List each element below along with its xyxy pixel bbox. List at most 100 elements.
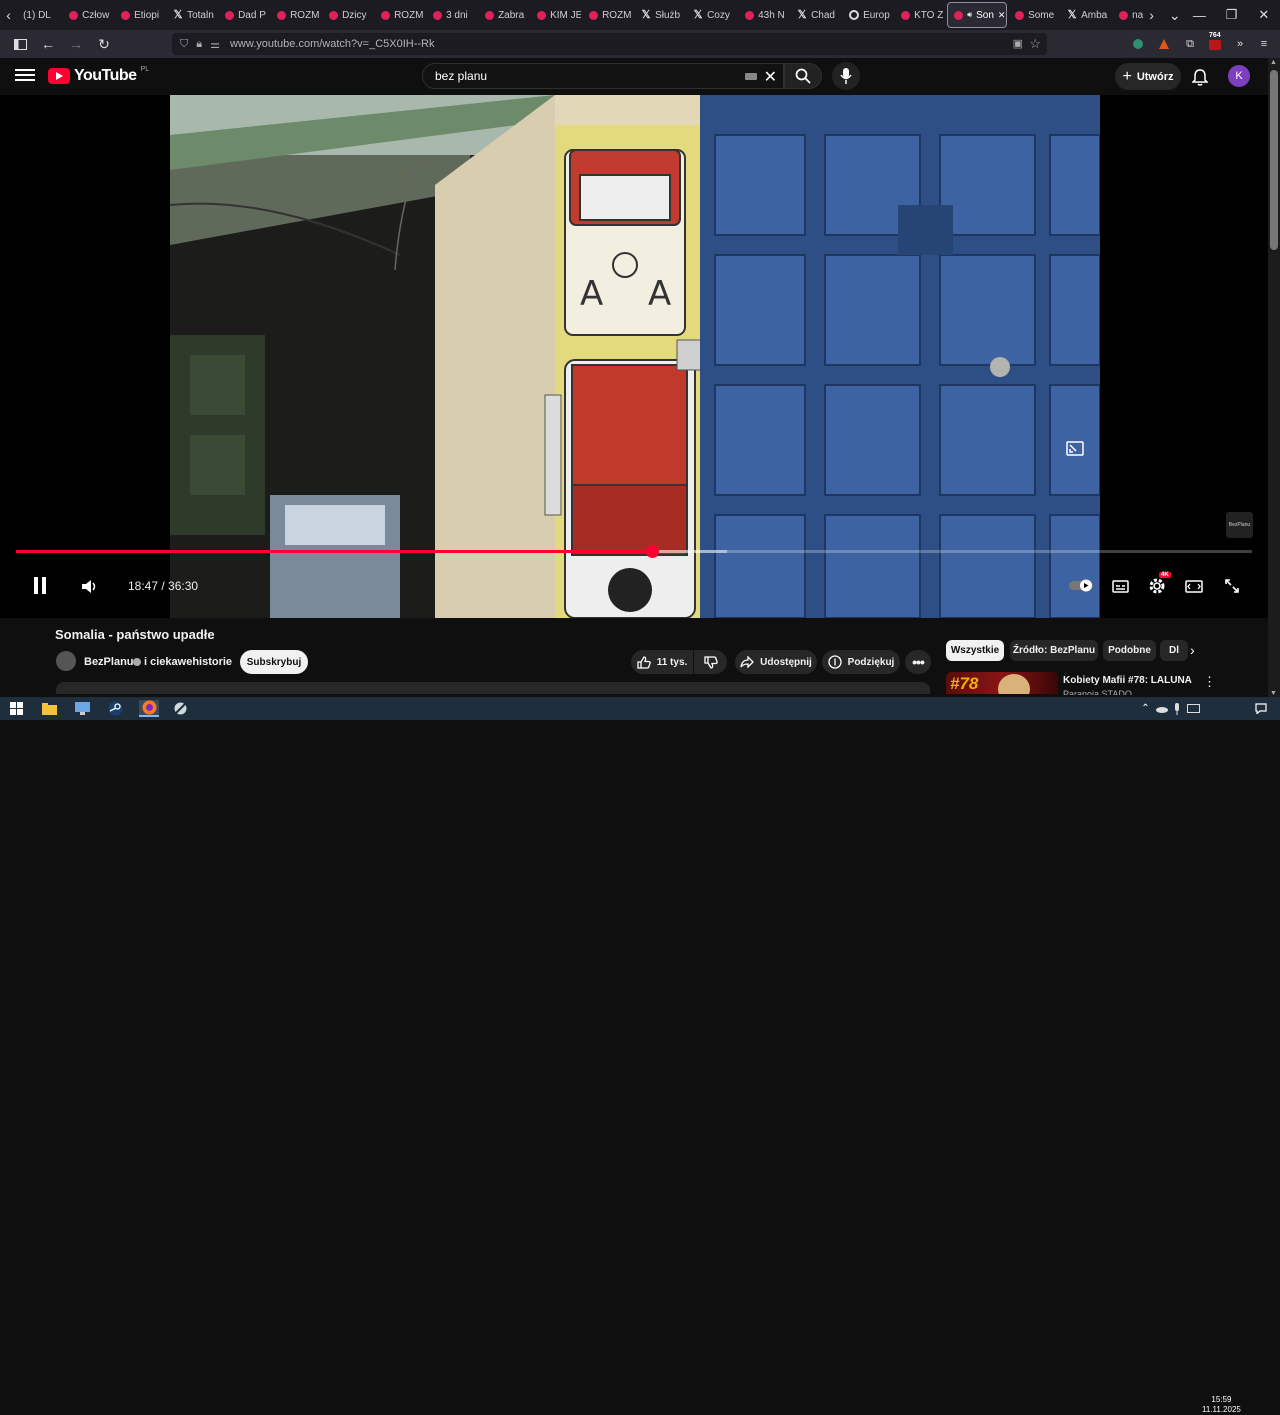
search-button[interactable] <box>784 63 822 89</box>
tab[interactable]: 43h N <box>739 2 789 28</box>
channel-name[interactable]: BezPlanu <box>84 656 134 668</box>
page-scrollbar[interactable]: ▲ ▼ <box>1268 58 1280 698</box>
filter-chip[interactable]: Źródło: BezPlanu <box>1010 640 1098 661</box>
tab[interactable]: 𝕏 Cozy <box>687 2 737 28</box>
tab[interactable]: Etiopi <box>115 2 165 28</box>
tray-chevron-icon[interactable]: ⌃ <box>1137 700 1154 717</box>
tab-audio-icon[interactable]: 🔊︎ <box>967 10 972 20</box>
steam-icon[interactable] <box>107 700 124 717</box>
notifications-button[interactable] <box>1189 66 1211 88</box>
video-frame[interactable]: A A <box>170 95 1100 618</box>
fullscreen-button[interactable] <box>1220 575 1244 597</box>
tab[interactable]: 𝕏 Chad <box>791 2 841 28</box>
scrubber-handle[interactable] <box>646 545 660 558</box>
chips-next-icon[interactable]: › <box>1190 642 1195 658</box>
search-query[interactable]: bez planu <box>435 69 487 83</box>
tab[interactable]: Europ <box>843 2 893 28</box>
like-button[interactable]: 11 tys. <box>631 650 693 674</box>
tracking-protection-icon[interactable]: ⛉ <box>180 38 188 51</box>
tab[interactable]: 𝕏 Służb <box>635 2 685 28</box>
more-actions-button[interactable]: ••• <box>905 650 931 674</box>
firefox-icon[interactable] <box>139 700 159 717</box>
recommended-channel[interactable]: Paranoja STADO <box>1063 689 1132 695</box>
tab-active[interactable]: 🔊︎ Son ✕ <box>947 2 1008 28</box>
file-explorer-icon[interactable] <box>41 700 58 717</box>
scroll-down-icon[interactable]: ▼ <box>1270 690 1277 697</box>
collaborator-name[interactable]: i ciekawehistorie <box>144 656 232 668</box>
back-icon[interactable]: ← <box>36 32 60 56</box>
tab[interactable]: Człow <box>63 2 113 28</box>
channel-watermark[interactable]: BezPlanu <box>1226 512 1253 538</box>
scrollbar-thumb[interactable] <box>1270 70 1278 250</box>
guide-menu-icon[interactable] <box>15 66 35 86</box>
tab[interactable]: 3 dni <box>427 2 477 28</box>
recommended-title[interactable]: Kobiety Mafii #78: LALUNA <box>1063 675 1192 686</box>
overflow-menu-chevron-icon[interactable]: » <box>1232 36 1248 52</box>
subtitles-button[interactable] <box>1108 575 1132 597</box>
extension-ublock-icon[interactable]: 764 <box>1207 32 1223 52</box>
keyboard-icon[interactable] <box>745 73 757 80</box>
tab[interactable]: KTO Z <box>895 2 945 28</box>
create-button[interactable]: + Utwórz <box>1115 63 1181 90</box>
video-player[interactable]: A A BezPlanu 18:47 / 36:30 4K <box>0 95 1268 618</box>
tab[interactable]: 𝕏 Totaln <box>167 2 217 28</box>
remote-desktop-icon[interactable] <box>74 700 91 717</box>
address-bar[interactable]: ⛉ 🔒︎ ⚌ www.youtube.com/watch?v=_C5X0IH--… <box>172 33 1047 55</box>
voice-search-button[interactable] <box>832 62 860 90</box>
system-clock[interactable]: 15:59 11.11.2025 <box>1202 1395 1241 1415</box>
tab[interactable]: Zabra <box>479 2 529 28</box>
reader-view-icon[interactable]: ▣ <box>1013 37 1023 50</box>
account-avatar[interactable]: K <box>1228 65 1250 87</box>
youtube-logo[interactable]: YouTube PL <box>48 66 149 85</box>
thanks-button[interactable]: Podziękuj <box>822 650 900 674</box>
tab[interactable]: (1) DL <box>17 2 61 28</box>
filter-chip[interactable]: Wszystkie <box>946 640 1004 661</box>
subscribe-button[interactable]: Subskrybuj <box>240 650 308 674</box>
app-menu-icon[interactable]: ≡ <box>1256 36 1272 52</box>
clear-search-icon[interactable]: ✕ <box>764 67 777 87</box>
tab[interactable]: Dzicy <box>323 2 373 28</box>
recommended-thumbnail[interactable]: #78 <box>946 672 1058 694</box>
description-box[interactable] <box>56 682 930 694</box>
filter-chip[interactable]: Dl <box>1160 640 1188 661</box>
scroll-up-icon[interactable]: ▲ <box>1270 59 1277 66</box>
volume-button[interactable] <box>78 575 100 597</box>
miniplayer-icon[interactable] <box>1064 438 1086 458</box>
notifications-center-icon[interactable] <box>1252 700 1269 717</box>
restore-icon[interactable]: ❐ <box>1215 0 1247 30</box>
tray-volume-icon[interactable] <box>1168 700 1185 717</box>
minimize-icon[interactable]: — <box>1183 0 1215 30</box>
theater-mode-button[interactable] <box>1182 575 1206 597</box>
progress-bar[interactable] <box>16 545 1252 558</box>
tray-network-icon[interactable] <box>1185 700 1202 717</box>
tab[interactable]: Some <box>1009 2 1059 28</box>
close-window-icon[interactable]: ✕ <box>1248 0 1280 30</box>
close-tab-icon[interactable]: ✕ <box>998 10 1006 21</box>
tab[interactable]: ROZM <box>271 2 321 28</box>
tab-list-dropdown-icon[interactable]: ⌄ <box>1166 0 1183 30</box>
app-icon[interactable] <box>172 700 189 717</box>
tab[interactable]: ROZM <box>583 2 633 28</box>
windows-start-icon[interactable] <box>8 700 25 717</box>
bookmark-star-icon[interactable]: ☆ <box>1029 36 1041 52</box>
tab[interactable]: Dad P <box>219 2 269 28</box>
permissions-icon[interactable]: ⚌ <box>210 38 220 51</box>
tab[interactable]: KIM JE <box>531 2 581 28</box>
more-vertical-icon[interactable]: ⋮ <box>1203 674 1216 690</box>
tab[interactable]: 𝕏 Amba <box>1061 2 1111 28</box>
url-text[interactable]: www.youtube.com/watch?v=_C5X0IH--Rk <box>230 38 435 50</box>
channel-avatar[interactable] <box>56 651 76 671</box>
extension-shield-icon[interactable] <box>1130 36 1146 52</box>
filter-chip[interactable]: Podobne <box>1103 640 1156 661</box>
extensions-puzzle-icon[interactable]: ⧉ <box>1182 36 1198 52</box>
extension-fox-icon[interactable] <box>1156 36 1172 52</box>
autoplay-toggle[interactable] <box>1068 577 1096 593</box>
search-input[interactable]: bez planu ✕ <box>422 63 784 89</box>
share-button[interactable]: Udostępnij <box>735 650 817 674</box>
reload-icon[interactable]: ↻ <box>92 32 116 56</box>
tab[interactable]: ROZM <box>375 2 425 28</box>
pause-button[interactable] <box>28 573 52 597</box>
tabs-scroll-left-icon[interactable]: ‹ <box>0 0 17 30</box>
dislike-button[interactable] <box>694 650 727 674</box>
forward-icon[interactable]: → <box>64 32 88 56</box>
